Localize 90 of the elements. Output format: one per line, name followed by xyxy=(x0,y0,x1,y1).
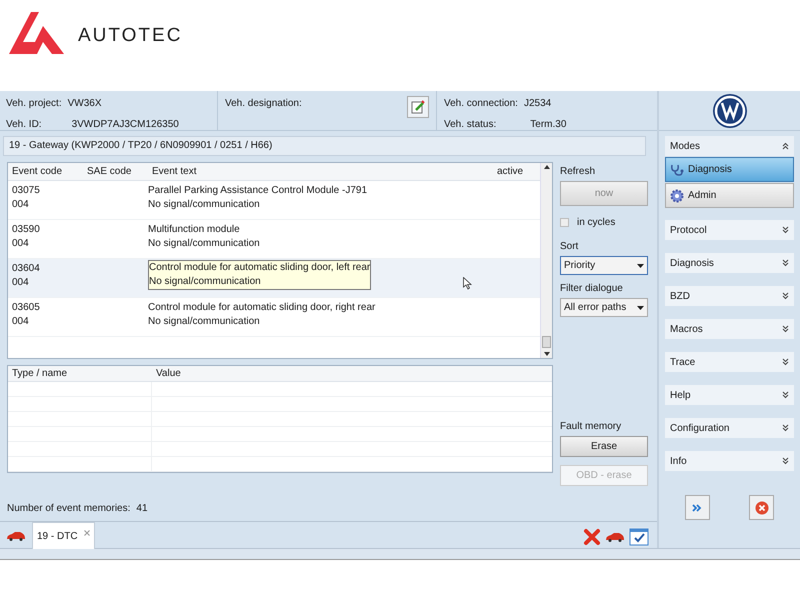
gear-icon xyxy=(670,188,684,202)
sort-dropdown[interactable]: Priority xyxy=(560,256,648,275)
event-code: 004 xyxy=(12,199,30,211)
sidebar-section[interactable]: Macros xyxy=(665,319,794,339)
sidebar-section[interactable]: Trace xyxy=(665,352,794,372)
event-row[interactable]: 03605 004 Control module for automatic sliding door, right rear No signal/communication xyxy=(8,298,540,337)
event-text: Parallel Parking Assistance Control Module -J791 xyxy=(148,185,367,197)
scrollbar[interactable] xyxy=(540,163,552,358)
event-text: No signal/communication xyxy=(148,199,261,211)
column-header: Event text xyxy=(151,165,198,179)
section-label: Sort xyxy=(560,240,580,254)
event-code: 03604 xyxy=(12,263,41,275)
label: Veh. status: xyxy=(444,118,496,132)
sidebar-section[interactable]: Info xyxy=(665,451,794,471)
event-text: No signal/communication xyxy=(148,238,260,250)
expand-icon[interactable] xyxy=(782,457,789,465)
expand-icon[interactable] xyxy=(782,325,789,333)
event-text: Control module for automatic sliding door, right rear xyxy=(148,302,376,314)
expand-icon[interactable] xyxy=(782,226,789,234)
edit-button[interactable] xyxy=(407,96,429,118)
event-code: 004 xyxy=(12,238,30,250)
cycles-checkbox[interactable] xyxy=(560,218,569,227)
mode-button[interactable]: Diagnosis xyxy=(665,157,794,182)
delete-icon[interactable] xyxy=(583,528,601,546)
count-label: Number of event memories: xyxy=(7,502,130,516)
section-label: Refresh xyxy=(560,165,596,179)
section-label: Filter dialogue xyxy=(560,282,624,296)
sidebar-section[interactable]: Diagnosis xyxy=(665,253,794,273)
tab[interactable]: 19 - DTC xyxy=(32,522,95,549)
sidebar-section[interactable]: BZD xyxy=(665,286,794,306)
checklist-icon[interactable] xyxy=(629,528,649,546)
event-code: 004 xyxy=(12,277,30,289)
caret-icon xyxy=(637,306,644,310)
label: Veh. project: xyxy=(6,97,62,111)
value: 3VWDP7AJ3CM126350 xyxy=(72,118,179,132)
sidebar-section[interactable]: Protocol xyxy=(665,220,794,240)
expand-icon[interactable] xyxy=(782,259,789,267)
column-header: active xyxy=(496,165,524,179)
column-header: SAE code xyxy=(86,165,132,179)
logo-icon xyxy=(9,12,64,54)
scroll-thumb[interactable] xyxy=(542,336,551,348)
event-code: 03605 xyxy=(12,302,41,314)
event-text: No signal/communication xyxy=(149,276,262,288)
forward-button[interactable] xyxy=(684,495,710,520)
scroll-up-icon[interactable] xyxy=(544,165,550,169)
ecu-title: 19 - Gateway (KWP2000 / TP20 / 6N0909901 / 0251 / H66) xyxy=(3,136,646,156)
event-text: No signal/communication xyxy=(148,316,261,328)
caret-icon xyxy=(637,264,644,268)
filter-dropdown[interactable]: All error paths xyxy=(560,298,648,317)
car-icon[interactable] xyxy=(605,532,625,542)
logo-icon xyxy=(712,92,748,128)
erase-button[interactable]: Erase xyxy=(560,436,648,457)
expand-icon[interactable] xyxy=(782,424,789,432)
stethoscope-icon xyxy=(670,164,684,176)
expand-icon[interactable] xyxy=(782,391,789,399)
sidebar-section[interactable]: Configuration xyxy=(665,418,794,438)
value: Term.30 xyxy=(530,118,566,132)
event-row[interactable]: 03604 004 Control module for automatic sliding door, left rear No signal/communication xyxy=(8,259,540,298)
double-chevron-icon xyxy=(692,504,702,512)
collapse-icon[interactable] xyxy=(782,142,789,150)
column-header: Event code xyxy=(11,165,64,179)
modes-title: Modes xyxy=(670,140,700,154)
value: J2534 xyxy=(524,97,552,111)
value: VW36X xyxy=(68,97,102,111)
cursor-icon xyxy=(463,277,472,290)
count-value: 41 xyxy=(136,502,148,516)
scroll-down-icon[interactable] xyxy=(544,352,550,356)
sidebar-section[interactable]: Help xyxy=(665,385,794,405)
event-text: Multifunction module xyxy=(148,224,241,236)
label: Veh. connection: xyxy=(444,97,518,111)
column-header: Type / name xyxy=(11,367,68,381)
event-code: 03075 xyxy=(12,185,41,197)
close-button[interactable] xyxy=(749,495,774,520)
mode-button[interactable]: Admin xyxy=(665,183,794,208)
checkbox-label: in cycles xyxy=(577,216,616,230)
event-code: 03590 xyxy=(12,224,41,236)
column-header: Value xyxy=(155,367,182,381)
close-icon[interactable] xyxy=(84,530,90,536)
event-text: Control module for automatic sliding door, left rear xyxy=(149,262,370,274)
section-label: Fault memory xyxy=(560,420,622,434)
label: Veh. designation: xyxy=(225,97,302,111)
car-icon[interactable] xyxy=(6,531,26,541)
brand-name: AUTOTEC xyxy=(78,24,182,48)
label: Veh. ID: xyxy=(6,118,42,132)
close-icon xyxy=(754,500,769,514)
event-code: 004 xyxy=(12,316,30,328)
expand-icon[interactable] xyxy=(782,358,789,366)
event-row[interactable]: 03075 004 Parallel Parking Assistance Control Module -J791 No signal/communication xyxy=(8,181,540,220)
expand-icon[interactable] xyxy=(782,292,789,300)
edit-icon xyxy=(411,100,425,114)
